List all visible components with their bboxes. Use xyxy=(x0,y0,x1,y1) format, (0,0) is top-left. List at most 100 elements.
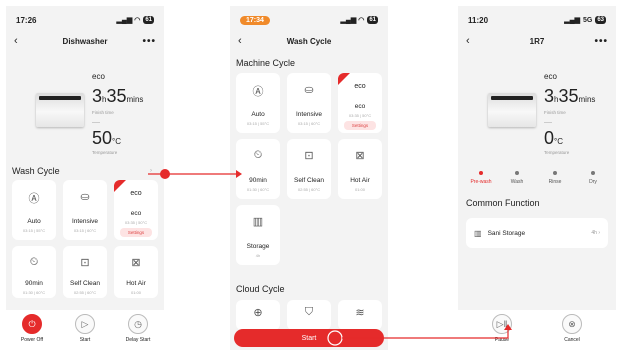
nav-bar: ‹ Dishwasher ••• xyxy=(14,34,156,48)
page-title: Dishwasher xyxy=(62,36,108,46)
cycle-tile-eco[interactable]: eco eco 03:35 | 50°C Settings xyxy=(114,180,158,240)
storage-icon: ▥ xyxy=(474,228,482,238)
divider xyxy=(544,122,552,123)
bottom-action-bar: ⏻ Power Off ▷ Start ◷ Delay Start xyxy=(6,310,164,350)
cycle-sub: 01:00 xyxy=(354,187,365,192)
status-bar: 11:20 ▂▄▆ 5G 63 xyxy=(468,14,606,26)
function-value: 4h › xyxy=(591,230,600,236)
timer-icon: ⏲ xyxy=(253,149,263,161)
cloud-cycle-icon: ≋ xyxy=(355,307,365,319)
temperature-value: 50°C xyxy=(92,128,122,148)
more-icon[interactable]: ••• xyxy=(594,36,608,47)
cycle-tile-self-clean[interactable]: ⊡ Self Clean 02:55 | 60°C xyxy=(63,246,107,298)
cycle-name: 90min xyxy=(249,177,267,184)
wash-cycle-screen: 17:34 ▂▄▆ ◠ 61 ‹ Wash Cycle Machine Cycl… xyxy=(230,6,388,350)
power-off-label: Power Off xyxy=(20,337,44,343)
more-icon[interactable]: ••• xyxy=(142,36,156,47)
delay-start-button[interactable]: ◷ Delay Start xyxy=(118,314,158,343)
step-dry: Dry xyxy=(578,171,608,185)
signal-icons: ▂▄▆ 5G 63 xyxy=(564,16,606,24)
cloud-cycle-tile[interactable]: ⛉ xyxy=(287,300,331,330)
cycle-name: Intensive xyxy=(295,111,323,118)
delay-start-label: Delay Start xyxy=(125,337,151,343)
cancel-icon: ⊗ xyxy=(562,314,582,334)
cycle-sub: 03:15 | 55°C xyxy=(22,228,46,233)
settings-badge[interactable]: Settings xyxy=(344,121,376,130)
back-icon[interactable]: ‹ xyxy=(238,35,252,47)
cycle-tile-auto[interactable]: Ⓐ Auto 03:15 | 55°C xyxy=(12,180,56,240)
cycle-tile-intensive[interactable]: ⛀ Intensive 03:15 | 60°C xyxy=(63,180,107,240)
current-mode: eco xyxy=(92,72,105,81)
status-bar: 17:34 ▂▄▆ ◠ 61 xyxy=(240,14,378,26)
cycle-name: Hot Air xyxy=(126,280,146,287)
clock-icon: ◷ xyxy=(128,314,148,334)
cycle-tile-hot-air[interactable]: ⊠ Hot Air 01:00 xyxy=(338,139,382,199)
signal-icons: ▂▄▆ ◠ 61 xyxy=(340,16,378,24)
finish-time-value: 3h35mins xyxy=(544,86,596,106)
divider xyxy=(92,122,100,123)
cloud-cycle-icon: ⛉ xyxy=(304,306,314,318)
pause-button[interactable]: ▷‖ Pause xyxy=(482,314,522,343)
finish-time-label: Finish time xyxy=(92,110,114,115)
cancel-button[interactable]: ⊗ Cancel xyxy=(552,314,592,343)
cycle-tile-90min[interactable]: ⏲ 90min 01:30 | 60°C xyxy=(12,246,56,298)
cycle-name: eco xyxy=(354,103,366,110)
play-icon: ▷ xyxy=(75,314,95,334)
cycle-tile-storage[interactable]: ▥ Storage 4h xyxy=(236,205,280,265)
back-icon[interactable]: ‹ xyxy=(466,35,480,47)
cycle-tile-90min[interactable]: ⏲ 90min 01:30 | 60°C xyxy=(236,139,280,199)
running-cycle-screen: 11:20 ▂▄▆ 5G 63 ‹ 1R7 ••• eco 3h35mins F… xyxy=(458,6,616,350)
pot-icon: ⛀ xyxy=(304,84,314,96)
finish-time-value: 3h35mins xyxy=(92,86,144,106)
storage-icon: ▥ xyxy=(252,216,264,228)
eco-icon: eco xyxy=(354,83,366,90)
cycle-tile-hot-air[interactable]: ⊠ Hot Air 01:00 xyxy=(114,246,158,298)
start-button[interactable]: Start xyxy=(234,329,384,347)
cycle-sub: 03:15 | 55°C xyxy=(246,121,270,126)
hot-air-icon: ⊠ xyxy=(355,150,365,162)
cycle-name: Self Clean xyxy=(294,177,324,184)
timer-icon: ⏲ xyxy=(29,256,39,268)
cycle-tile-self-clean[interactable]: ⊡ Self Clean 02:55 | 60°C xyxy=(287,139,331,199)
cycle-sub: 01:00 xyxy=(130,290,141,295)
finish-time-label: Finish time xyxy=(544,110,566,115)
cycle-name: Storage xyxy=(246,243,270,250)
step-rinse: Rinse xyxy=(540,171,570,185)
dishwasher-image xyxy=(488,93,536,127)
step-prewash: Pre-wash xyxy=(466,171,496,185)
cycle-name: Auto xyxy=(251,111,265,118)
power-off-button[interactable]: ⏻ Power Off xyxy=(12,314,52,343)
cycle-tile-auto[interactable]: Ⓐ Auto 03:15 | 55°C xyxy=(236,73,280,133)
temperature-value: 0°C xyxy=(544,128,563,148)
start-label: Start xyxy=(79,337,91,343)
network-label: 5G xyxy=(582,16,593,24)
power-icon: ⏻ xyxy=(22,314,42,334)
chevron-right-icon[interactable]: › xyxy=(150,168,152,174)
common-function-heading: Common Function xyxy=(466,198,540,208)
wash-cycle-heading: Wash Cycle xyxy=(12,166,60,176)
machine-cycle-heading: Machine Cycle xyxy=(236,58,296,68)
page-title: Wash Cycle xyxy=(286,36,332,46)
settings-badge[interactable]: Settings xyxy=(120,228,152,237)
current-mode: eco xyxy=(544,72,557,81)
cycle-tile-eco[interactable]: eco eco 03:35 | 50°C Settings xyxy=(338,73,382,133)
cycle-sub: 03:35 | 50°C xyxy=(124,220,148,225)
back-icon[interactable]: ‹ xyxy=(14,35,28,47)
dishwasher-screen: 17:26 ▂▄▆ ◠ 61 ‹ Dishwasher ••• eco 3h35… xyxy=(6,6,164,350)
cloud-cycle-tile[interactable]: ≋ xyxy=(338,300,382,330)
status-bar: 17:26 ▂▄▆ ◠ 61 xyxy=(16,14,154,26)
cloud-cycle-heading: Cloud Cycle xyxy=(236,284,285,294)
cycle-sub: 03:15 | 60°C xyxy=(297,121,321,126)
start-button[interactable]: ▷ Start xyxy=(65,314,105,343)
auto-icon: Ⓐ xyxy=(28,193,40,205)
sani-storage-row[interactable]: ▥ Sani Storage 4h › xyxy=(466,218,608,248)
page-title: 1R7 xyxy=(529,36,545,46)
step-wash: Wash xyxy=(502,171,532,185)
temperature-label: Temperature xyxy=(92,150,118,155)
cycle-tile-intensive[interactable]: ⛀ Intensive 03:15 | 60°C xyxy=(287,73,331,133)
cloud-cycle-tile[interactable]: ⊕ xyxy=(236,300,280,330)
cloud-cycle-icon: ⊕ xyxy=(253,307,263,319)
status-time: 17:34 xyxy=(240,15,270,25)
pause-label: Pause xyxy=(494,337,510,343)
cycle-sub: 03:15 | 60°C xyxy=(73,228,97,233)
